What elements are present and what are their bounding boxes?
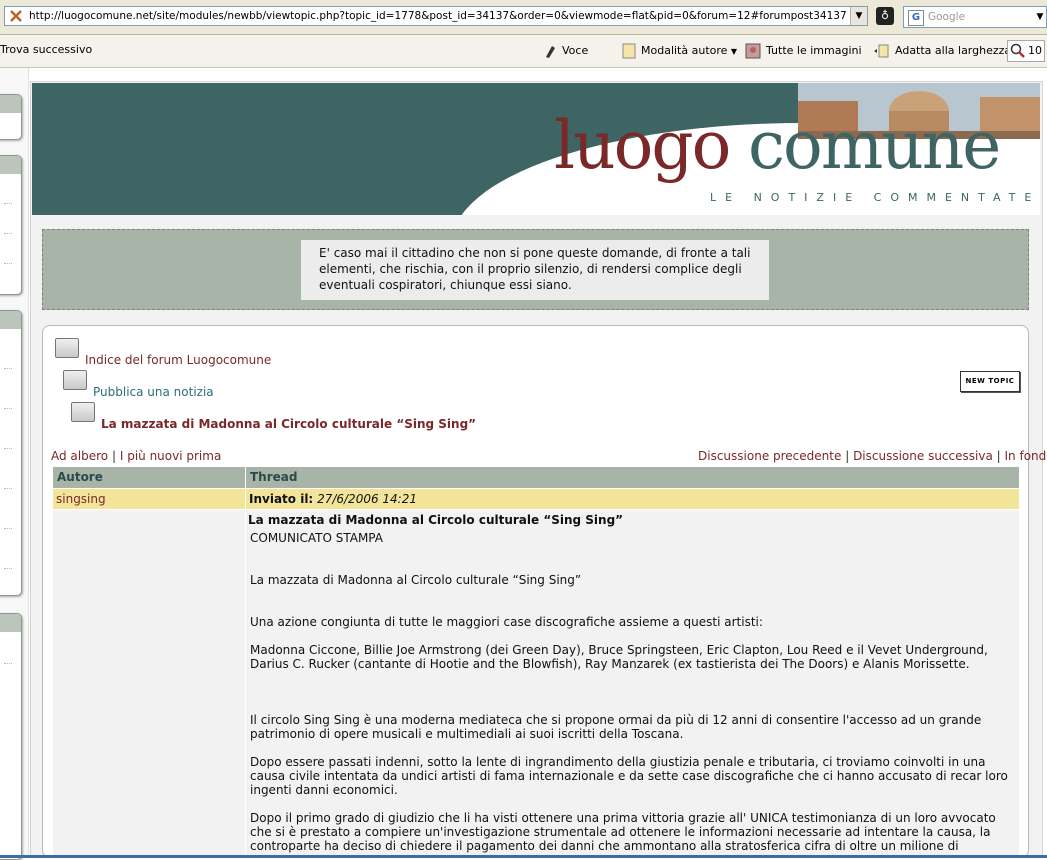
post-author-link[interactable]: singsing xyxy=(53,489,245,509)
url-field[interactable]: http://luogocomune.net/site/modules/newb… xyxy=(4,6,868,26)
zoom-value: 10 xyxy=(1028,44,1042,57)
post-paragraph: COMUNICATO STAMPA xyxy=(250,531,383,545)
sent-label: Inviato il: xyxy=(249,492,314,506)
search-placeholder: Google xyxy=(928,11,966,23)
random-quote: E' caso mai il cittadino che non si pone… xyxy=(301,240,769,300)
find-next-button[interactable]: Trova successivo xyxy=(0,43,92,56)
image-icon xyxy=(745,43,761,59)
fit-width-button[interactable]: Adatta alla larghezza xyxy=(874,43,1011,59)
breadcrumb-forum-index[interactable]: Indice del forum Luogocomune xyxy=(85,353,271,367)
divider xyxy=(4,203,12,204)
sidebar-box xyxy=(0,613,22,860)
separator: | xyxy=(111,449,117,463)
logo-tagline: LE NOTIZIE COMMENTATE xyxy=(710,191,1040,204)
new-topic-button[interactable]: NEW TOPIC xyxy=(960,371,1020,392)
divider xyxy=(4,368,12,369)
google-icon: G xyxy=(908,10,924,26)
document-icon xyxy=(622,43,636,59)
newest-first-link[interactable]: I più nuovi prima xyxy=(120,449,221,463)
post-date-row: Inviato il: 27/6/2006 14:21 xyxy=(246,489,1019,509)
bottom-link[interactable]: In fondo xyxy=(1005,449,1047,463)
logo-comune: comune xyxy=(748,107,1001,184)
sidebar-box-header xyxy=(0,156,21,174)
divider xyxy=(4,408,12,409)
all-images-button[interactable]: Tutte le immagini xyxy=(745,43,862,59)
sent-date: 27/6/2006 14:21 xyxy=(317,492,417,506)
voice-button[interactable]: Voce xyxy=(543,43,588,59)
chevron-down-icon: ▼ xyxy=(730,47,738,56)
author-column xyxy=(53,510,245,858)
sidebar-box-header xyxy=(0,95,21,113)
author-mode-label: Modalità autore xyxy=(641,44,728,57)
post-paragraph: Madonna Ciccone, Billie Joe Armstrong (d… xyxy=(250,643,988,671)
divider xyxy=(4,528,12,529)
sidebar-box xyxy=(0,310,22,596)
breadcrumb-topic: La mazzata di Madonna al Circolo cultura… xyxy=(101,417,477,431)
site-banner[interactable]: luogo comune LE NOTIZIE COMMENTATE xyxy=(32,83,1040,215)
microphone-icon xyxy=(546,46,555,58)
sidebar-box-header xyxy=(0,311,21,329)
breadcrumb-forum[interactable]: Pubblica una notizia xyxy=(93,385,214,399)
post-paragraph: Dopo il primo grado di giudizio che li h… xyxy=(250,811,996,853)
logo-luogo: luogo xyxy=(554,107,731,184)
divider xyxy=(4,233,12,234)
zoom-icon xyxy=(1010,43,1025,58)
separator: | xyxy=(845,449,850,463)
search-input[interactable]: G Google ▼ xyxy=(903,6,1047,28)
folder-icon xyxy=(55,338,79,358)
post-paragraph: La mazzata di Madonna al Circolo cultura… xyxy=(250,573,582,587)
sidebar-box xyxy=(0,94,22,140)
tree-view-link[interactable]: Ad albero xyxy=(51,449,108,463)
page-favicon-icon xyxy=(10,10,22,22)
fit-width-icon xyxy=(874,44,889,58)
post-paragraph: Dopo essere passati indenni, sotto la le… xyxy=(250,755,1008,797)
left-sidebar xyxy=(0,68,29,860)
column-header-author: Autore xyxy=(53,467,245,488)
divider xyxy=(4,568,12,569)
thread-view-options: Ad albero | I più nuovi prima xyxy=(51,449,221,463)
all-images-label: Tutte le immagini xyxy=(766,44,862,57)
folder-icon xyxy=(71,402,95,422)
go-icon[interactable]: ♁ xyxy=(876,7,894,25)
divider xyxy=(4,488,12,489)
divider xyxy=(4,448,12,449)
url-text: http://luogocomune.net/site/modules/newb… xyxy=(29,10,847,22)
separator: | xyxy=(996,449,1001,463)
post-paragraph: Una azione congiunta di tutte le maggior… xyxy=(250,615,763,629)
zoom-control[interactable]: 10 xyxy=(1007,40,1045,62)
divider xyxy=(4,663,12,664)
sidebar-box-header xyxy=(0,614,21,632)
sidebar-box xyxy=(0,155,22,295)
post-title: La mazzata di Madonna al Circolo cultura… xyxy=(248,513,624,527)
voice-label: Voce xyxy=(562,44,589,57)
previous-thread-link[interactable]: Discussione precedente xyxy=(698,449,841,463)
post-paragraph: Il circolo Sing Sing è una moderna media… xyxy=(250,713,982,741)
browser-toolbar: Trova successivo Voce Modalità autore ▼ … xyxy=(0,35,1047,68)
fit-width-label: Adatta alla larghezza xyxy=(895,44,1012,57)
url-dropdown-icon[interactable]: ▼ xyxy=(850,7,867,25)
folder-icon xyxy=(63,370,87,390)
divider xyxy=(4,263,12,264)
column-header-thread: Thread xyxy=(246,467,1019,488)
address-bar: http://luogocomune.net/site/modules/newb… xyxy=(0,0,1047,35)
post-body xyxy=(246,510,1019,858)
thread-navigation: Discussione precedente | Discussione suc… xyxy=(698,449,1047,463)
next-thread-link[interactable]: Discussione successiva xyxy=(853,449,993,463)
author-mode-button[interactable]: Modalità autore ▼ xyxy=(622,43,737,59)
search-dropdown-icon[interactable]: ▼ xyxy=(1034,7,1046,27)
